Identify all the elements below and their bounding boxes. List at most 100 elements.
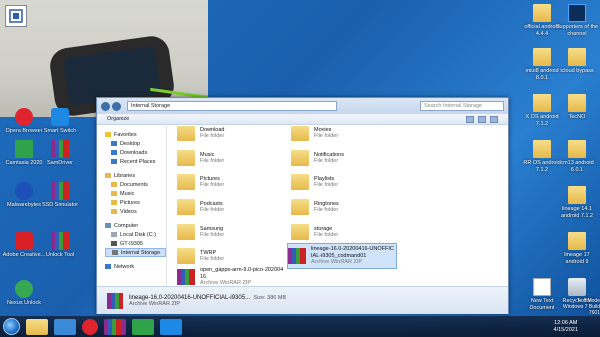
folder-icon bbox=[291, 150, 309, 166]
taskbar-winrar[interactable] bbox=[104, 318, 126, 335]
back-button[interactable] bbox=[101, 101, 110, 111]
desktop-icon-smart-switch[interactable]: Smart Switch bbox=[38, 108, 82, 135]
desktop-icon bbox=[111, 141, 117, 146]
videos-icon bbox=[111, 209, 117, 214]
nav-pictures[interactable]: Pictures bbox=[105, 198, 166, 207]
desktop-icon-ssd[interactable]: SSD Simulator bbox=[38, 182, 82, 209]
nav-libraries[interactable]: Libraries bbox=[105, 171, 166, 180]
taskbar-opera[interactable] bbox=[82, 318, 98, 335]
view-options-icon[interactable] bbox=[466, 115, 474, 123]
folder-icon bbox=[533, 140, 551, 158]
folder-icon bbox=[568, 186, 586, 204]
file-item-selected[interactable]: lineage-16.0-20200416-UNOFFICIAL-i9305_c… bbox=[287, 243, 397, 269]
file-item[interactable]: Podcasts File folder bbox=[177, 196, 292, 218]
folder-icon bbox=[177, 150, 195, 166]
file-item[interactable]: storage File folder bbox=[291, 221, 406, 243]
file-item[interactable]: Pictures File folder bbox=[177, 171, 292, 193]
details-file-name: lineage-16.0-20200416-UNOFFICIAL-i9305..… bbox=[129, 294, 251, 301]
file-item[interactable]: Playlists File folder bbox=[291, 171, 406, 193]
drive-icon bbox=[111, 232, 117, 237]
nav-videos[interactable]: Videos bbox=[105, 207, 166, 216]
documents-icon bbox=[111, 182, 117, 187]
preview-pane-icon[interactable] bbox=[478, 115, 486, 123]
taskbar-smart-switch[interactable] bbox=[160, 318, 182, 335]
file-item[interactable]: TWRP File folder bbox=[177, 245, 292, 267]
downloads-icon bbox=[111, 150, 117, 155]
nav-documents[interactable]: Documents bbox=[105, 180, 166, 189]
folder-icon bbox=[533, 48, 551, 66]
desktop-folder-cm13[interactable]: cm13 android 6.0.1 bbox=[555, 140, 599, 173]
folder-icon bbox=[568, 232, 586, 250]
smart-switch-icon bbox=[51, 108, 69, 126]
system-clock[interactable]: 12:06 AM 4/15/2021 bbox=[554, 320, 578, 334]
nav-music[interactable]: Music bbox=[105, 189, 166, 198]
folder-icon bbox=[568, 48, 586, 66]
desktop-icon-nexus[interactable]: Nexus Unlock bbox=[2, 280, 46, 307]
winrar-icon bbox=[107, 292, 123, 309]
folder-icon bbox=[177, 248, 195, 264]
nav-local-disk[interactable]: Local Disk (C:) bbox=[105, 230, 166, 239]
photoshop-icon bbox=[568, 4, 586, 22]
nexus-icon bbox=[15, 280, 33, 298]
file-item[interactable]: Ringtones File folder bbox=[291, 196, 406, 218]
address-bar[interactable]: Internal Storage bbox=[127, 101, 337, 111]
forward-button[interactable] bbox=[112, 101, 121, 111]
nav-desktop[interactable]: Desktop bbox=[105, 139, 166, 148]
recycle-bin-icon bbox=[568, 278, 586, 296]
help-icon[interactable] bbox=[490, 115, 498, 123]
nav-network[interactable]: Network bbox=[105, 262, 166, 271]
details-size: Size: 386 MB bbox=[253, 294, 287, 301]
test-mode-watermark: Test Mode Windows 7 Build 7601 bbox=[563, 298, 600, 316]
desktop-folder-icloud[interactable]: icloud bypass bbox=[555, 48, 599, 75]
taskbar-ie[interactable] bbox=[54, 318, 76, 335]
taskbar-camtasia[interactable] bbox=[132, 318, 154, 335]
phone-icon bbox=[111, 241, 117, 246]
nav-gt-i9305[interactable]: GT-I9305 bbox=[105, 239, 166, 248]
computer-icon bbox=[105, 223, 111, 228]
nav-favorites[interactable]: Favorites bbox=[105, 130, 166, 139]
breadcrumb[interactable]: Internal Storage bbox=[131, 103, 170, 109]
desktop-icon-unlock[interactable]: Unlock Tool bbox=[38, 232, 82, 259]
recent-places-icon bbox=[111, 159, 117, 164]
file-item[interactable]: Movies File folder bbox=[291, 126, 406, 144]
desktop-folder-tecno[interactable]: TecNO bbox=[555, 94, 599, 121]
taskbar-explorer[interactable] bbox=[26, 318, 48, 335]
desktop-icon-samdriver[interactable]: SamDriver bbox=[38, 140, 82, 167]
file-item[interactable]: open_gapps-arm-9.0-pico-20200416 Archive … bbox=[177, 267, 289, 286]
taskbar: 12:06 AM 4/15/2021 bbox=[0, 316, 600, 337]
search-input[interactable]: Search Internal Storage bbox=[420, 101, 504, 111]
folder-icon bbox=[177, 126, 195, 141]
details-type: Archive WinRAR ZIP bbox=[129, 300, 181, 307]
nav-downloads[interactable]: Downloads bbox=[105, 148, 166, 157]
pictures-icon bbox=[111, 200, 117, 205]
explorer-window: Internal Storage Search Internal Storage… bbox=[96, 97, 509, 314]
nav-recent-places[interactable]: Recent Places bbox=[105, 157, 166, 166]
details-pane: lineage-16.0-20200416-UNOFFICIAL-i9305..… bbox=[97, 286, 508, 314]
star-icon bbox=[105, 132, 111, 137]
desktop-icon-supporters[interactable]: Supporters of the channel bbox=[555, 4, 599, 37]
folder-icon bbox=[291, 199, 309, 215]
desktop-folder-lineage17[interactable]: lineage 17 android 9 bbox=[555, 232, 599, 265]
music-icon bbox=[111, 191, 117, 196]
file-item[interactable]: Notifications File folder bbox=[291, 147, 406, 169]
winrar-icon bbox=[51, 140, 69, 158]
text-document-icon bbox=[533, 278, 551, 296]
file-list: Download File folder Movies File folder Mu… bbox=[169, 126, 509, 286]
nav-internal-storage[interactable]: Internal Storage bbox=[105, 248, 166, 257]
file-item[interactable]: Samsung File folder bbox=[177, 221, 292, 243]
folder-icon bbox=[291, 224, 309, 240]
start-button[interactable] bbox=[3, 318, 20, 335]
file-item[interactable]: Download File folder bbox=[177, 126, 292, 144]
navigation-pane: Favorites Desktop Downloads Recent Place… bbox=[97, 126, 167, 286]
folder-icon bbox=[568, 94, 586, 112]
organize-button[interactable]: Organize bbox=[107, 116, 129, 122]
desktop-folder-lineage14[interactable]: lineage 14.1 android 7.1.2 bbox=[555, 186, 599, 219]
explorer-toolbar: Organize bbox=[97, 114, 508, 125]
nav-computer[interactable]: Computer bbox=[105, 221, 166, 230]
winrar-icon bbox=[51, 182, 69, 200]
winrar-icon bbox=[51, 232, 69, 250]
network-icon bbox=[105, 264, 111, 269]
folder-icon bbox=[533, 94, 551, 112]
folder-icon bbox=[177, 174, 195, 190]
file-item[interactable]: Music File folder bbox=[177, 147, 292, 169]
